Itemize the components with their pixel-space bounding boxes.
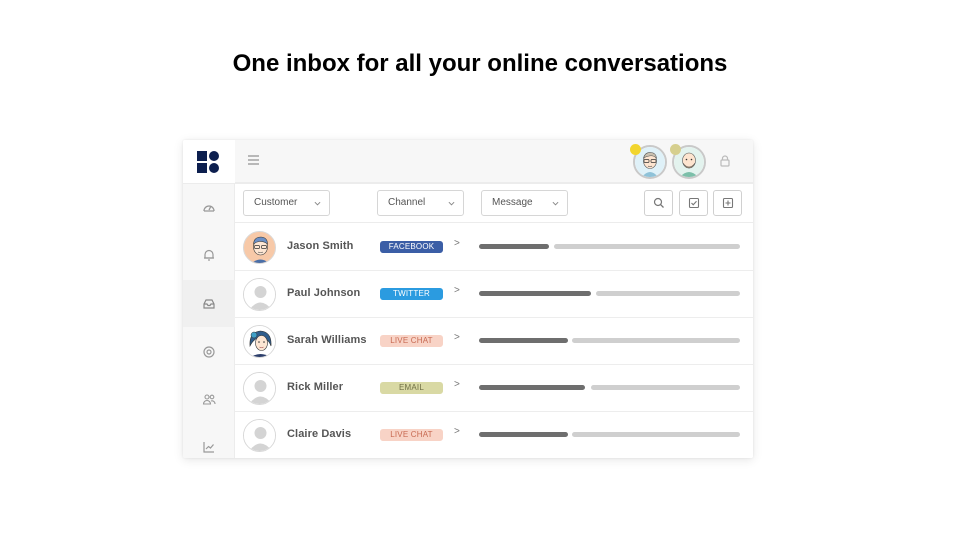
status-away-dot — [670, 144, 681, 155]
sidebar — [183, 140, 235, 458]
channel-badge: LIVE CHAT — [380, 429, 443, 441]
avatar — [243, 419, 276, 452]
channel-badge: TWITTER — [380, 288, 443, 300]
arrow-icon: > — [454, 426, 460, 437]
customer-filter-dropdown[interactable]: Customer — [243, 190, 330, 216]
sidebar-item-analytics[interactable] — [183, 423, 235, 458]
contact-name: Rick Miller — [287, 381, 344, 393]
avatar — [243, 325, 276, 358]
conversation-row[interactable]: Claire Davis LIVE CHAT > — [235, 412, 753, 458]
channel-filter-label: Channel — [388, 197, 426, 208]
conversation-row[interactable]: Rick Miller EMAIL > — [235, 365, 753, 412]
filter-bar: Customer Channel Message — [235, 184, 753, 223]
channel-badge: FACEBOOK — [380, 241, 443, 253]
chevron-down-icon — [314, 201, 321, 206]
menu-icon[interactable] — [248, 155, 259, 165]
arrow-icon: > — [454, 379, 460, 390]
customer-filter-label: Customer — [254, 197, 298, 208]
message-preview-bar — [479, 385, 585, 390]
sidebar-item-dashboard[interactable] — [183, 184, 235, 231]
message-filter-dropdown[interactable]: Message — [481, 190, 568, 216]
arrow-icon: > — [454, 238, 460, 249]
chevron-down-icon — [552, 201, 559, 206]
arrow-icon: > — [454, 332, 460, 343]
lock-icon[interactable] — [718, 154, 732, 168]
contact-name: Sarah Williams — [287, 334, 367, 346]
add-icon — [722, 197, 733, 209]
sidebar-item-contacts[interactable] — [183, 375, 235, 422]
sidebar-item-inbox[interactable] — [183, 280, 235, 327]
sidebar-item-target[interactable] — [183, 328, 235, 375]
message-preview-bar — [479, 291, 591, 296]
channel-badge: LIVE CHAT — [380, 335, 443, 347]
contact-name: Paul Johnson — [287, 287, 361, 299]
users-icon — [202, 393, 216, 405]
arrow-icon: > — [454, 285, 460, 296]
bell-icon — [204, 249, 214, 261]
conversation-row[interactable]: Sarah Williams LIVE CHAT > — [235, 318, 753, 365]
avatar — [243, 231, 276, 264]
message-preview-bar — [572, 432, 740, 437]
select-button[interactable] — [679, 190, 708, 216]
page-headline: One inbox for all your online conversati… — [232, 50, 728, 77]
inbox-icon — [203, 298, 215, 309]
brand-logo[interactable] — [183, 140, 235, 184]
inbox-app-window: Customer Channel Message Jason Smith FAC… — [183, 140, 753, 458]
target-icon — [203, 345, 215, 358]
contact-name: Claire Davis — [287, 428, 352, 440]
message-preview-bar — [479, 338, 568, 343]
checkbox-icon — [688, 197, 699, 209]
top-bar — [235, 140, 753, 184]
dashboard-icon — [203, 204, 215, 212]
message-preview-bar — [572, 338, 740, 343]
analytics-icon — [203, 441, 214, 453]
conversation-row[interactable]: Jason Smith FACEBOOK > — [235, 224, 753, 271]
conversation-row[interactable]: Paul Johnson TWITTER > — [235, 271, 753, 318]
contact-name: Jason Smith — [287, 240, 354, 252]
channel-badge: EMAIL — [380, 382, 443, 394]
avatar — [243, 372, 276, 405]
add-button[interactable] — [713, 190, 742, 216]
chevron-down-icon — [448, 201, 455, 206]
avatar — [243, 278, 276, 311]
message-preview-bar — [554, 244, 740, 249]
channel-filter-dropdown[interactable]: Channel — [377, 190, 464, 216]
sidebar-item-notifications[interactable] — [183, 231, 235, 278]
message-preview-bar — [596, 291, 740, 296]
search-icon — [653, 197, 664, 208]
search-button[interactable] — [644, 190, 673, 216]
message-preview-bar — [591, 385, 740, 390]
message-filter-label: Message — [492, 197, 533, 208]
status-online-dot — [630, 144, 641, 155]
message-preview-bar — [479, 244, 549, 249]
message-preview-bar — [479, 432, 568, 437]
